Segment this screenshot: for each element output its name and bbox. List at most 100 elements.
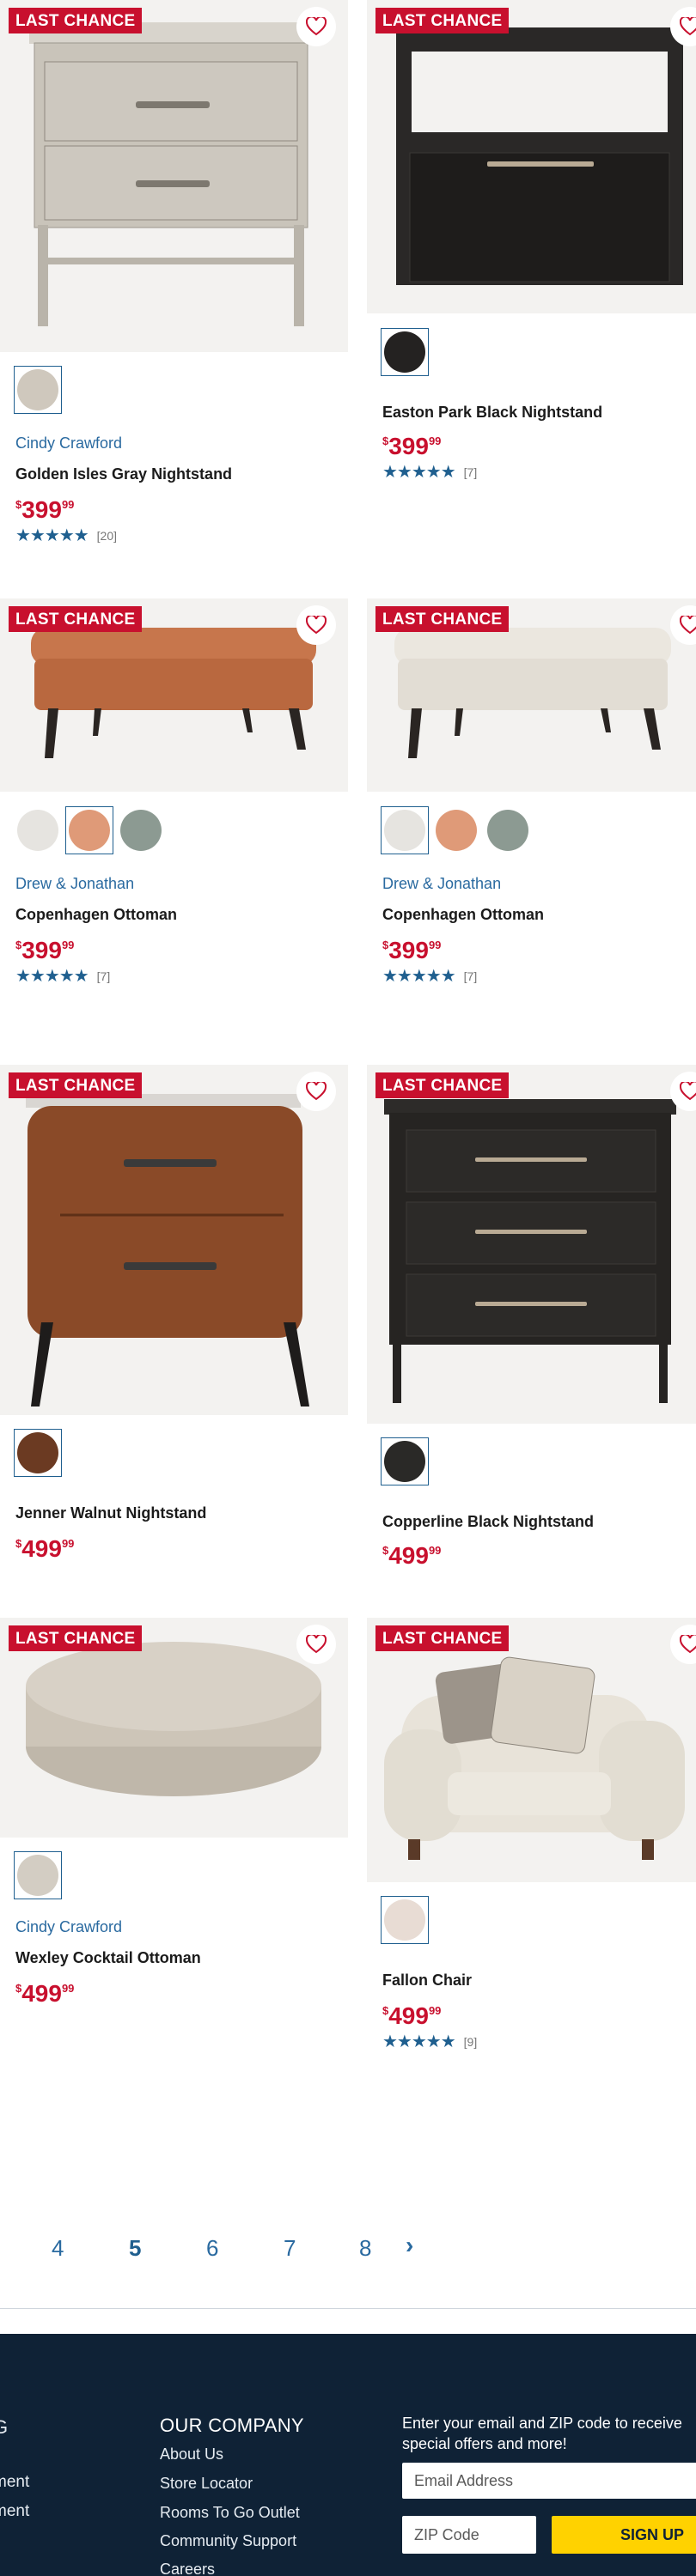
product-name[interactable]: Golden Isles Gray Nightstand [15,465,232,483]
product-card[interactable]: LAST CHANCE Cindy Crawford Wexley Cockta… [0,1618,348,2006]
footer-link-about-us[interactable]: About Us [160,2445,223,2464]
color-swatches [14,806,165,854]
swatch-gray[interactable] [14,366,62,414]
page-link-7[interactable]: 7 [284,2235,296,2262]
zip-code-input[interactable]: ZIP Code [402,2516,536,2554]
review-count: [7] [463,969,478,983]
footer-link-community-support[interactable]: Community Support [160,2532,296,2550]
color-swatches [14,1851,62,1899]
product-image[interactable]: LAST CHANCE [367,0,696,313]
swatch-walnut[interactable] [14,1429,62,1477]
favorite-heart-icon[interactable] [296,605,336,645]
product-brand[interactable]: Drew & Jonathan [15,875,134,893]
rating-stars: ★★★★★ [7] [15,968,110,985]
page-link-4[interactable]: 4 [52,2235,64,2262]
product-card[interactable]: LAST CHANCE Cindy Crawford Golden Isles … [0,0,348,544]
star-icon: ★★★★★ [382,463,456,482]
product-image[interactable]: LAST CHANCE [367,598,696,792]
color-swatches [381,1896,429,1944]
star-icon: ★★★★★ [382,2032,456,2051]
swatch-black[interactable] [381,328,429,376]
swatch-sage[interactable] [117,806,165,854]
rating-stars: ★★★★★ [9] [382,2033,477,2050]
product-image[interactable]: LAST CHANCE [367,1065,696,1424]
product-card[interactable]: LAST CHANCE Drew & Jonathan Copenhagen O… [0,598,348,985]
favorite-heart-icon[interactable] [296,7,336,46]
footer-partial-link[interactable]: ment [0,2502,29,2521]
swatch-blush[interactable] [381,1896,429,1944]
product-name[interactable]: Copperline Black Nightstand [382,1513,594,1531]
product-price: $49999 [15,1980,75,2007]
pagination: 4 5 6 7 8 › [0,2228,696,2271]
color-swatches [14,1429,62,1477]
product-name[interactable]: Wexley Cocktail Ottoman [15,1949,201,1967]
product-card[interactable]: LAST CHANCE Easton Park Black Nightstand… [367,0,696,481]
product-brand[interactable]: Cindy Crawford [15,434,122,453]
product-price: $49999 [382,1542,442,1569]
swatch-terracotta[interactable] [65,806,113,854]
product-name[interactable]: Copenhagen Ottoman [15,906,177,924]
product-image[interactable]: LAST CHANCE [0,1618,348,1838]
page-link-current[interactable]: 5 [129,2235,141,2262]
star-icon: ★★★★★ [15,967,89,986]
review-count: [9] [463,2035,478,2049]
product-image[interactable]: LAST CHANCE [0,0,348,352]
nightstand-image [26,1094,309,1406]
swatch-cream[interactable] [14,806,62,854]
last-chance-badge: LAST CHANCE [9,1625,143,1651]
swatch-sage[interactable] [484,806,532,854]
email-address-input[interactable]: Email Address [402,2463,696,2499]
product-image[interactable]: LAST CHANCE [367,1618,696,1882]
review-count: [7] [463,465,478,479]
product-brand[interactable]: Drew & Jonathan [382,875,501,893]
footer-company-heading: OUR COMPANY [160,2415,304,2436]
last-chance-badge: LAST CHANCE [375,1072,510,1098]
favorite-heart-icon[interactable] [296,1625,336,1664]
product-brand[interactable]: Cindy Crawford [15,1918,122,1936]
review-count: [20] [96,529,118,543]
page-link-6[interactable]: 6 [206,2235,218,2262]
color-swatches [381,1437,429,1485]
product-price: $49999 [382,2002,442,2029]
product-image[interactable]: LAST CHANCE [0,598,348,792]
swatch-taupe[interactable] [14,1851,62,1899]
product-name[interactable]: Jenner Walnut Nightstand [15,1504,206,1522]
product-price: $39999 [15,496,75,523]
swatch-terracotta[interactable] [432,806,480,854]
product-price: $39999 [15,937,75,963]
next-page-chevron-icon[interactable]: › [406,2232,413,2259]
footer-partial-link[interactable]: ment [0,2473,29,2492]
color-swatches [381,806,532,854]
product-name[interactable]: Easton Park Black Nightstand [382,404,602,422]
product-name[interactable]: Copenhagen Ottoman [382,906,544,924]
nightstand-image [29,22,313,326]
chair-image [384,1656,685,1860]
color-swatches [381,328,429,376]
swatch-cream[interactable] [381,806,429,854]
rating-stars: ★★★★★ [20] [15,527,117,544]
last-chance-badge: LAST CHANCE [375,606,510,632]
product-name[interactable]: Fallon Chair [382,1971,472,1990]
footer-link-careers[interactable]: Careers [160,2561,215,2576]
favorite-heart-icon[interactable] [296,1072,336,1111]
product-card[interactable]: LAST CHANCE Jenner Walnut Nightstand $49… [0,1065,348,1561]
last-chance-badge: LAST CHANCE [375,8,510,33]
last-chance-badge: LAST CHANCE [9,606,143,632]
site-footer: G ment ment OUR COMPANY About Us Store L… [0,2334,696,2576]
page-link-8[interactable]: 8 [359,2235,371,2262]
review-count: [7] [96,969,111,983]
product-card[interactable]: LAST CHANCE Drew & Jonathan Copenhagen O… [367,598,696,985]
product-card[interactable]: LAST CHANCE Copperline Black Nightstand … [367,1065,696,1568]
product-image[interactable]: LAST CHANCE [0,1065,348,1415]
divider [0,2308,696,2309]
sign-up-button[interactable]: SIGN UP [552,2516,696,2554]
footer-link-outlet[interactable]: Rooms To Go Outlet [160,2504,300,2522]
last-chance-badge: LAST CHANCE [9,8,143,33]
nightstand-image [396,27,683,285]
footer-link-store-locator[interactable]: Store Locator [160,2475,253,2493]
newsletter-text: Enter your email and ZIP code to receive… [402,2415,682,2452]
swatch-black[interactable] [381,1437,429,1485]
product-card[interactable]: LAST CHANCE Fallon Chair $49999 ★★★★★ [9] [367,1618,696,2050]
nightstand-image [384,1099,676,1403]
footer-partial-heading: G [0,2416,9,2438]
